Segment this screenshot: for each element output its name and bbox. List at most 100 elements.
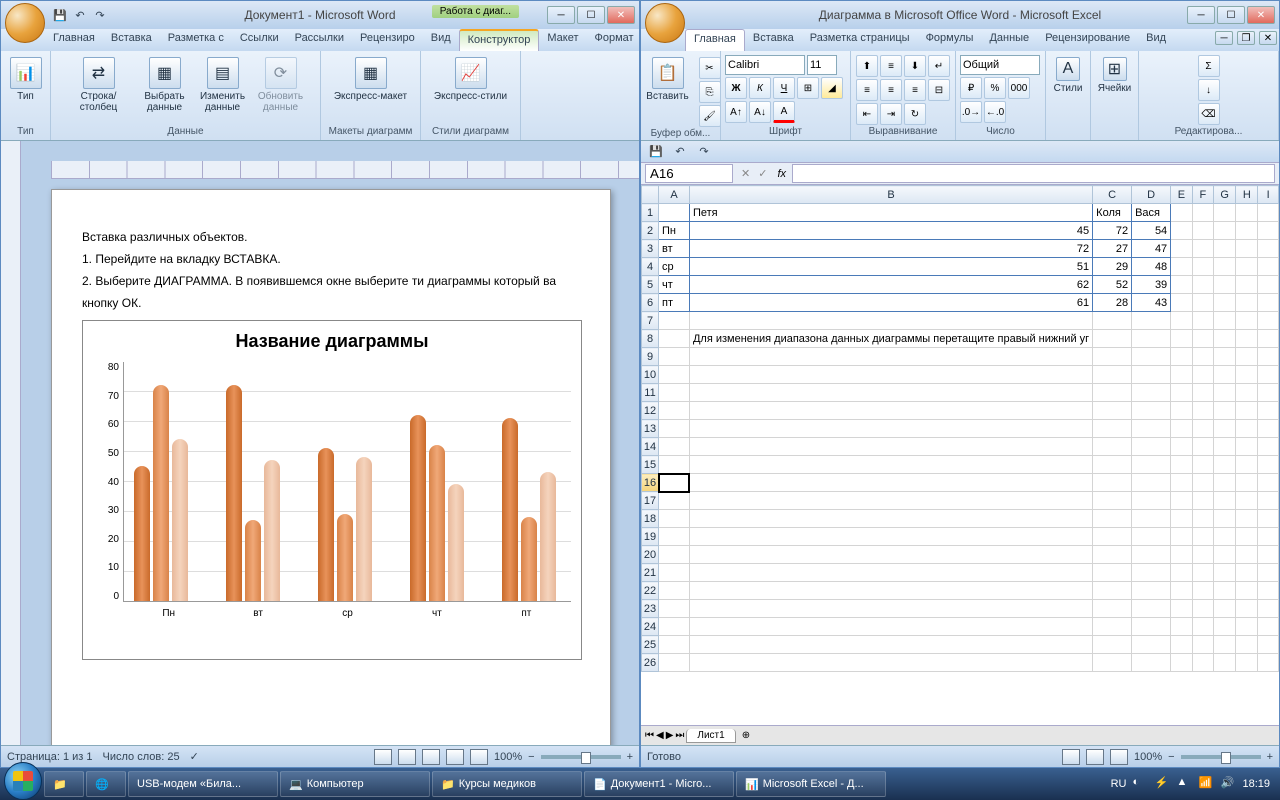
tab-view[interactable]: Вид	[423, 29, 459, 51]
align-left[interactable]: ≡	[856, 79, 878, 101]
chart-object[interactable]: Название диаграммы 01020304050607080 Пнв…	[82, 320, 582, 660]
autosum-button[interactable]: Σ	[1198, 55, 1220, 77]
formula-input[interactable]	[792, 164, 1275, 183]
taskbar-item[interactable]: 📄 Документ1 - Micro...	[584, 771, 734, 797]
tray-icon[interactable]: ◐	[1132, 776, 1148, 792]
zoom-slider-excel[interactable]	[1181, 755, 1261, 759]
clear-button[interactable]: ⌫	[1198, 103, 1220, 125]
tab-refs[interactable]: Ссылки	[232, 29, 287, 51]
font-color-button[interactable]: A	[773, 101, 795, 123]
workbook-restore[interactable]: ❐	[1237, 31, 1255, 45]
vertical-ruler[interactable]	[1, 141, 21, 745]
normal-view[interactable]	[1062, 749, 1080, 765]
bold-button[interactable]: Ж	[725, 77, 747, 99]
tab-view-excel[interactable]: Вид	[1138, 29, 1174, 51]
taskbar-item[interactable]: 📊 Microsoft Excel - Д...	[736, 771, 886, 797]
taskbar-item[interactable]: 📁 Курсы медиков	[432, 771, 582, 797]
edit-data-button[interactable]: ▤Изменить данные	[196, 57, 250, 113]
tray-icon[interactable]: ▲	[1176, 776, 1192, 792]
close-button[interactable]: ✕	[607, 6, 635, 24]
name-box[interactable]	[645, 164, 733, 183]
align-center[interactable]: ≡	[880, 79, 902, 101]
draft-view[interactable]	[470, 749, 488, 765]
tab-design[interactable]: Конструктор	[459, 29, 540, 51]
excel-titlebar[interactable]: Диаграмма в Microsoft Office Word - Micr…	[641, 1, 1279, 29]
tab-formulas[interactable]: Формулы	[918, 29, 982, 51]
align-middle[interactable]: ≡	[880, 55, 902, 77]
border-button[interactable]: ⊞	[797, 77, 819, 99]
quick-styles-button[interactable]: 📈Экспресс-стили	[428, 57, 514, 102]
workbook-close[interactable]: ✕	[1259, 31, 1277, 45]
sheet-tab-active[interactable]: Лист1	[686, 729, 735, 743]
currency-button[interactable]: ₽	[960, 77, 982, 99]
tab-mail[interactable]: Рассылки	[287, 29, 352, 51]
dec-decimal[interactable]: ←.0	[984, 101, 1006, 123]
minimize-button[interactable]: ─	[547, 6, 575, 24]
reading-view[interactable]	[398, 749, 416, 765]
tab-review-excel[interactable]: Рецензирование	[1037, 29, 1138, 51]
maximize-button-excel[interactable]: ☐	[1217, 6, 1245, 24]
tab-home-excel[interactable]: Главная	[685, 29, 745, 51]
comma-button[interactable]: 000	[1008, 77, 1030, 99]
align-bottom[interactable]: ⬇	[904, 55, 926, 77]
page-scroll-area[interactable]: Вставка различных объектов. 1. Перейдите…	[21, 141, 639, 745]
font-name-select[interactable]	[725, 55, 805, 75]
paste-button[interactable]: 📋Вставить	[641, 57, 695, 102]
tab-layout[interactable]: Разметка с	[160, 29, 232, 51]
fill-color-button[interactable]: ◢	[821, 77, 843, 99]
taskbar-item[interactable]: 💻 Компьютер	[280, 771, 430, 797]
office-orb-excel[interactable]	[645, 3, 685, 43]
enter-fx-icon[interactable]: ✓	[754, 167, 771, 180]
office-orb[interactable]	[5, 3, 45, 43]
tab-nav-last[interactable]: ⏭	[675, 730, 684, 741]
quick-launch[interactable]: 🌐	[86, 771, 126, 797]
zoom-in-button[interactable]: +	[627, 751, 633, 763]
number-format-select[interactable]	[960, 55, 1040, 75]
zoom-level-excel[interactable]: 100%	[1134, 751, 1162, 763]
page-status[interactable]: Страница: 1 из 1	[7, 751, 93, 763]
word-count[interactable]: Число слов: 25	[103, 751, 180, 763]
align-right[interactable]: ≡	[904, 79, 926, 101]
tab-insert-excel[interactable]: Вставка	[745, 29, 802, 51]
document-page[interactable]: Вставка различных объектов. 1. Перейдите…	[51, 189, 611, 745]
workbook-min[interactable]: ─	[1215, 31, 1233, 45]
font-size-select[interactable]	[807, 55, 837, 75]
refresh-data-button[interactable]: ⟳Обновить данные	[254, 57, 308, 113]
tab-insert[interactable]: Вставка	[103, 29, 160, 51]
web-view[interactable]	[422, 749, 440, 765]
tab-format[interactable]: Формат	[587, 29, 642, 51]
shrink-font-button[interactable]: A↓	[749, 101, 771, 123]
spell-icon[interactable]: ✓	[190, 750, 199, 763]
chart-type-button[interactable]: 📊Тип	[0, 57, 53, 102]
inc-decimal[interactable]: .0→	[960, 101, 982, 123]
undo-icon[interactable]: ↶	[71, 6, 89, 24]
redo-icon-excel[interactable]: ↷	[695, 143, 713, 161]
page-layout-view[interactable]	[1086, 749, 1104, 765]
orientation[interactable]: ↻	[904, 103, 926, 125]
copy-icon[interactable]: ⎘	[699, 81, 721, 103]
taskbar-item[interactable]: USB-модем «Била...	[128, 771, 278, 797]
cancel-fx-icon[interactable]: ✕	[737, 167, 754, 180]
merge-button[interactable]: ⊟	[928, 79, 950, 101]
grow-font-button[interactable]: A↑	[725, 101, 747, 123]
tab-chart-layout[interactable]: Макет	[539, 29, 586, 51]
zoom-in-excel[interactable]: +	[1267, 751, 1273, 763]
italic-button[interactable]: К	[749, 77, 771, 99]
save-icon-excel[interactable]: 💾	[647, 143, 665, 161]
zoom-out-button[interactable]: −	[528, 751, 534, 763]
quick-launch[interactable]: 📁	[44, 771, 84, 797]
indent-inc[interactable]: ⇥	[880, 103, 902, 125]
cells-button[interactable]: ⊞Ячейки	[1094, 57, 1136, 94]
clock[interactable]: 18:19	[1242, 778, 1270, 790]
fx-icon[interactable]: fx	[771, 168, 792, 180]
save-icon[interactable]: 💾	[51, 6, 69, 24]
underline-button[interactable]: Ч	[773, 77, 795, 99]
close-button-excel[interactable]: ✕	[1247, 6, 1275, 24]
tab-home[interactable]: Главная	[45, 29, 103, 51]
fill-button[interactable]: ↓	[1198, 79, 1220, 101]
worksheet[interactable]: ABCDEFGHI1ПетяКоляВася2Пн4572543вт722747…	[641, 185, 1279, 725]
tab-nav-prev[interactable]: ◀	[656, 730, 664, 741]
wrap-text[interactable]: ↵	[928, 55, 950, 77]
redo-icon[interactable]: ↷	[91, 6, 109, 24]
volume-icon[interactable]: 🔊	[1220, 776, 1236, 792]
